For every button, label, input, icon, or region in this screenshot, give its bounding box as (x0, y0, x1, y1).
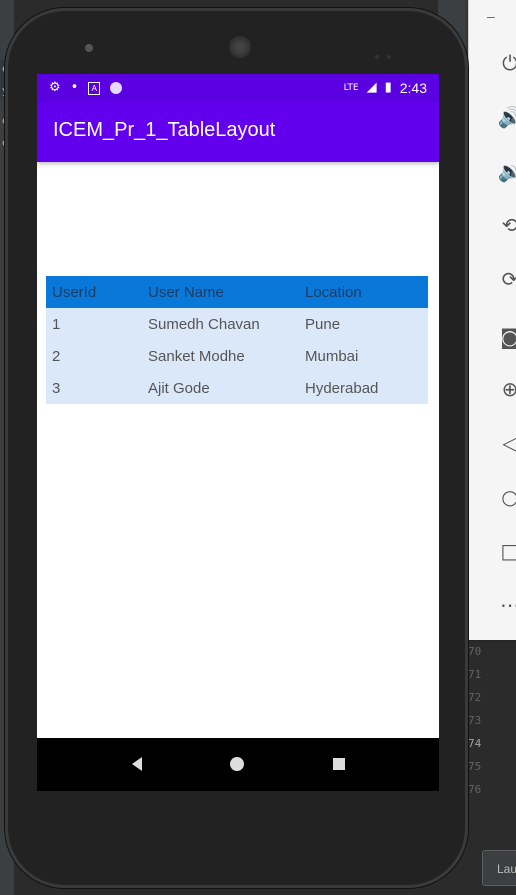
line-number: 71 (468, 668, 482, 681)
front-camera (85, 44, 93, 52)
table-row: 1 Sumedh Chavan Pune (46, 308, 428, 340)
cell-userid: 3 (52, 379, 61, 397)
rotate-right-icon[interactable]: ⟳ (495, 264, 516, 294)
line-number: 75 (468, 760, 482, 773)
cell-userid: 2 (52, 347, 61, 365)
table-row: 3 Ajit Gode Hyderabad (46, 372, 428, 404)
signal-icon: ◢ (366, 80, 377, 95)
overview-icon[interactable]: □ (495, 536, 516, 566)
table-row: 2 Sanket Modhe Mumbai (46, 340, 428, 372)
ide-launch-button[interactable]: Lau (482, 850, 516, 886)
line-number: 72 (468, 691, 482, 704)
table-header-row: UserId User Name Location (46, 276, 428, 308)
zoom-icon[interactable]: ⊕ (495, 374, 516, 404)
emulator-side-toolbar: – ⏻ 🔊 🔉 ⟲ ⟳ ◙ ⊕ ◁ ○ □ ⋯ (468, 0, 516, 640)
header-userid: UserId (52, 283, 97, 301)
nav-home-button[interactable] (225, 752, 249, 776)
line-number-current: 74 (468, 737, 482, 750)
nav-back-button[interactable] (125, 752, 149, 776)
circle-icon (110, 82, 123, 94)
dash-icon: • (70, 80, 79, 95)
cell-location: Hyderabad (305, 379, 379, 397)
a-square-icon: A (88, 81, 101, 95)
volume-up-icon[interactable]: 🔊 (495, 102, 516, 132)
power-icon[interactable]: ⏻ (495, 48, 516, 78)
back-icon[interactable]: ◁ (495, 428, 516, 458)
status-bar: ⚙ • A LTE ◢ ▮ 2:43 (37, 74, 439, 102)
cell-user-name: Ajit Gode (148, 379, 210, 397)
back-triangle-icon (132, 757, 142, 771)
user-table: UserId User Name Location 1 Sumedh Chava… (46, 276, 428, 404)
more-icon[interactable]: ⋯ (495, 590, 516, 620)
camera-icon[interactable]: ◙ (495, 322, 516, 352)
volume-down-icon[interactable]: 🔉 (495, 156, 516, 186)
cell-user-name: Sumedh Chavan (148, 315, 260, 333)
home-circle-icon (230, 757, 244, 771)
line-number: 73 (468, 714, 482, 727)
device-sensors (375, 46, 405, 59)
header-user-name: User Name (148, 283, 224, 301)
battery-icon: ▮ (384, 80, 392, 95)
gear-icon: ⚙ (49, 80, 61, 95)
device-screen: ⚙ • A LTE ◢ ▮ 2:43 ICEM_Pr_1_TableLayout… (37, 74, 439, 791)
line-number: 76 (468, 783, 482, 796)
minimize-icon[interactable]: – (487, 8, 495, 24)
cell-userid: 1 (52, 315, 61, 333)
rotate-left-icon[interactable]: ⟲ (495, 210, 516, 240)
ide-line-gutter: 70 71 72 73 74 75 76 (468, 640, 516, 801)
line-number: 70 (468, 645, 482, 658)
cell-location: Pune (305, 315, 341, 333)
cell-user-name: Sanket Modhe (148, 347, 245, 365)
recents-square-icon (333, 758, 345, 770)
earpiece-speaker (229, 36, 251, 58)
cell-location: Mumbai (305, 347, 359, 365)
header-location: Location (305, 283, 362, 301)
app-bar: ICEM_Pr_1_TableLayout (37, 102, 439, 162)
nav-recents-button[interactable] (327, 752, 351, 776)
home-icon[interactable]: ○ (495, 482, 516, 512)
android-nav-bar (37, 738, 439, 791)
app-title: ICEM_Pr_1_TableLayout (53, 119, 276, 141)
lte-label: LTE (343, 83, 359, 93)
status-time: 2:43 (399, 80, 427, 96)
